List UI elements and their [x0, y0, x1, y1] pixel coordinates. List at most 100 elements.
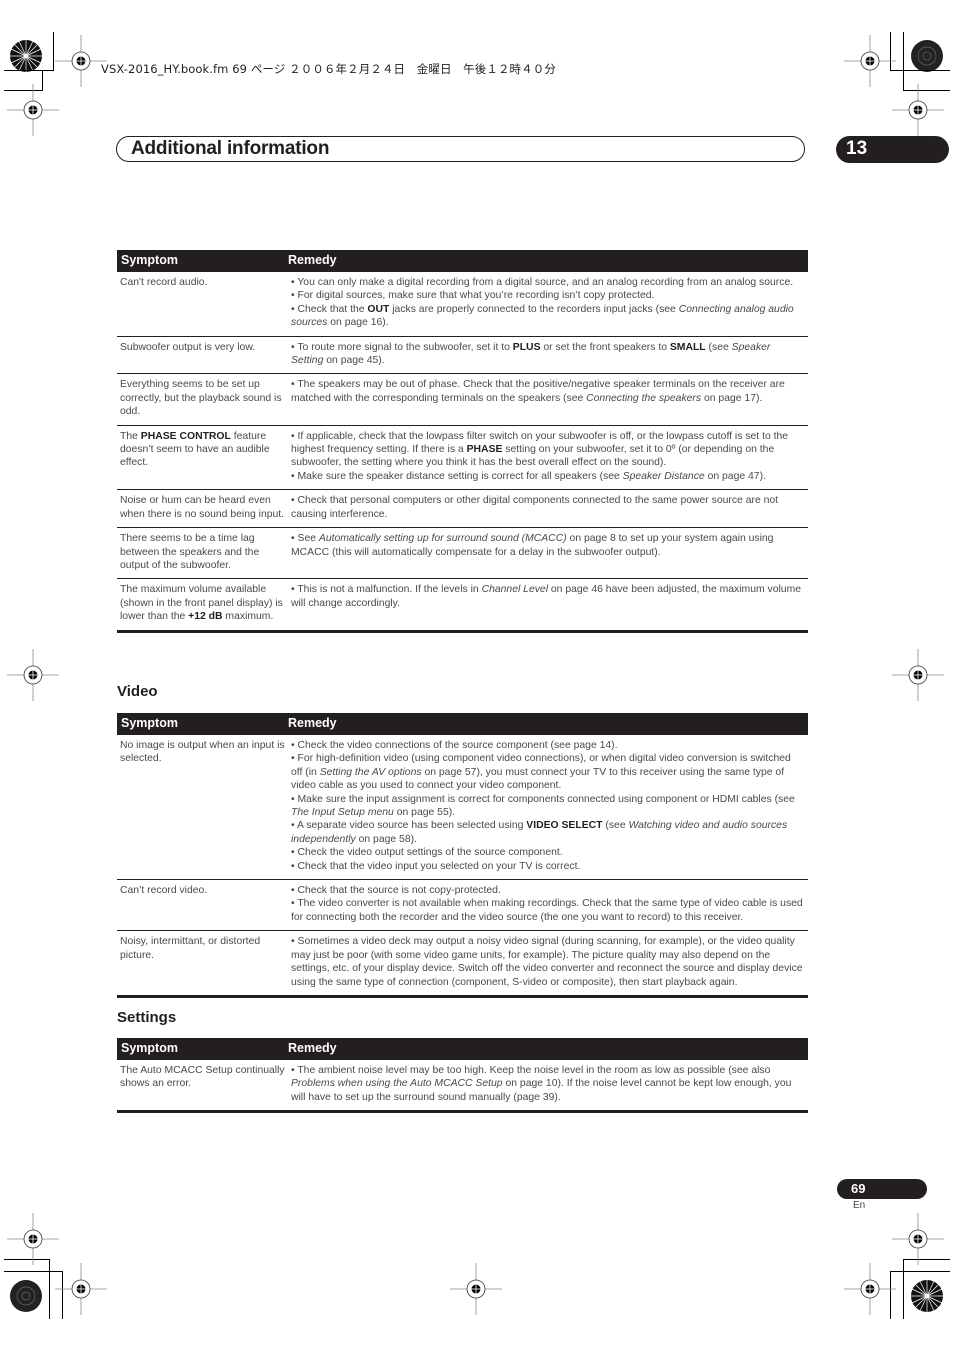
- crop-mark: [903, 32, 904, 91]
- registration-crosshair-icon: [892, 84, 944, 136]
- registration-crosshair-icon: [892, 1213, 944, 1265]
- chapter-title: Additional information: [131, 138, 330, 159]
- color-registration-disc-icon: [9, 39, 43, 73]
- text-run: or set the front speakers to: [540, 341, 670, 353]
- symptom-cell: Noisy, intermittant, or distorted pictur…: [117, 931, 287, 995]
- text-run: • Check that the video input you selecte…: [291, 860, 581, 872]
- text-run: • You can only make a digital recording …: [291, 277, 794, 288]
- file-info-line: VSX-2016_HY.book.fm 69 ページ ２００６年２月２４日 金曜…: [101, 62, 556, 76]
- chapter-number: 13: [846, 138, 868, 159]
- cross-reference: Automatically setting up for surround so…: [318, 533, 567, 545]
- symptom-cell: The PHASE CONTROL feature doesn’t seem t…: [117, 426, 287, 490]
- remedy-item: • The video converter is not available w…: [291, 897, 804, 924]
- table-row: Can’t record video. • Check that the sour…: [117, 880, 808, 932]
- remedy-item: • Check the video connections of the sou…: [291, 739, 804, 752]
- remedy-cell: • Check that personal computers or other…: [287, 490, 808, 527]
- registration-crosshair-icon: [7, 1213, 59, 1265]
- symptom-cell: The Auto MCACC Setup continually shows a…: [117, 1060, 287, 1110]
- remedy-item: • The speakers may be out of phase. Chec…: [291, 378, 804, 405]
- language-label: En: [853, 1200, 866, 1211]
- section-heading-video: Video: [117, 683, 158, 700]
- section-heading-settings: Settings: [117, 1009, 177, 1026]
- bold-term: SMALL: [669, 341, 706, 353]
- text-run: Can't record audio.: [120, 277, 208, 288]
- text-run: Noise or hum can be heard even when ther…: [120, 495, 285, 520]
- text-run: • The video converter is not available w…: [291, 898, 803, 923]
- symptom-cell: The maximum volume available (shown in t…: [117, 579, 287, 629]
- remedy-cell: • The speakers may be out of phase. Chec…: [287, 374, 808, 424]
- text-run: jacks are properly connected to the reco…: [389, 303, 679, 315]
- text-run: • Check that the: [291, 303, 368, 315]
- registration-crosshair-icon: [844, 35, 896, 87]
- remedy-item: • If applicable, check that the lowpass …: [291, 430, 804, 470]
- table-row: The maximum volume available (shown in t…: [117, 579, 808, 633]
- text-run: The Auto MCACC Setup continually shows a…: [120, 1065, 285, 1090]
- remedy-item: • Sometimes a video deck may output a no…: [291, 935, 804, 989]
- remedy-cell: • You can only make a digital recording …: [287, 272, 808, 336]
- crop-mark: [903, 1259, 904, 1319]
- header-symptom: Symptom: [121, 253, 178, 267]
- crop-mark: [890, 1271, 950, 1272]
- bold-term: OUT: [367, 303, 390, 315]
- text-run: (see: [602, 820, 629, 832]
- remedy-item: • For high-definition video (using compo…: [291, 752, 804, 792]
- table-row: There seems to be a time lag between the…: [117, 528, 808, 580]
- chapter-number-tab: 13: [836, 136, 949, 163]
- text-run: • To route more signal to the subwoofer,…: [291, 341, 513, 353]
- remedy-cell: • If applicable, check that the lowpass …: [287, 426, 808, 490]
- remedy-item: • You can only make a digital recording …: [291, 276, 804, 289]
- remedy-cell: • Check the video connections of the sou…: [287, 735, 808, 879]
- text-run: There seems to be a time lag between the…: [120, 533, 260, 571]
- registration-crosshair-icon: [55, 35, 107, 87]
- text-run: • Make sure the input assignment is corr…: [291, 793, 795, 805]
- remedy-item: • Check the video output settings of the…: [291, 846, 804, 859]
- text-run: • This is not a malfunction. If the leve…: [291, 584, 482, 596]
- table-row: Subwoofer output is very low. • To route …: [117, 337, 808, 375]
- table-row: Can't record audio. • You can only make a…: [117, 272, 808, 337]
- text-run: on page 58).: [355, 833, 417, 845]
- remedy-cell: • Sometimes a video deck may output a no…: [287, 931, 808, 995]
- text-run: on page 45).: [323, 355, 385, 367]
- table-header: Symptom Remedy: [117, 250, 808, 272]
- crop-mark: [4, 1271, 62, 1272]
- bold-term: PHASE: [466, 444, 503, 456]
- remedy-item: • To route more signal to the subwoofer,…: [291, 341, 804, 368]
- table-header: Symptom Remedy: [117, 713, 808, 735]
- text-run: Subwoofer output is very low.: [120, 341, 256, 353]
- remedy-item: • The ambient noise level may be too hig…: [291, 1064, 804, 1104]
- symptom-cell: Everything seems to be set up correctly,…: [117, 374, 287, 424]
- registration-crosshair-icon: [55, 1263, 107, 1315]
- remedy-item: • Check that the source is not copy-prot…: [291, 884, 804, 897]
- text-run: Noisy, intermittant, or distorted pictur…: [120, 936, 261, 961]
- table-body: The Auto MCACC Setup continually shows a…: [117, 1060, 808, 1114]
- text-run: Can’t record video.: [120, 885, 208, 897]
- table-row: The PHASE CONTROL feature doesn’t seem t…: [117, 426, 808, 491]
- text-run: maximum.: [222, 611, 274, 623]
- troubleshooting-table-settings: Symptom Remedy The Auto MCACC Setup cont…: [117, 1038, 808, 1114]
- remedy-item: • Make sure the speaker distance setting…: [291, 470, 804, 483]
- text-run: on page 17).: [701, 392, 763, 404]
- header-remedy: Remedy: [288, 1041, 337, 1055]
- registration-crosshair-icon: [7, 649, 59, 701]
- text-run: • Check that personal computers or other…: [291, 495, 779, 520]
- table-body: Can't record audio. • You can only make a…: [117, 272, 808, 633]
- cross-reference: Speaker Distance: [622, 470, 705, 482]
- header-symptom: Symptom: [121, 716, 178, 730]
- crop-mark: [53, 32, 54, 70]
- cross-reference: Problems when using the Auto MCACC Setup: [291, 1078, 503, 1090]
- troubleshooting-table-audio: Symptom Remedy Can't record audio. • You …: [117, 250, 808, 633]
- text-run: on page 16).: [327, 317, 389, 329]
- table-header: Symptom Remedy: [117, 1038, 808, 1060]
- bold-term: PLUS: [512, 341, 541, 353]
- color-registration-disc-icon: [9, 1279, 43, 1313]
- table-row: Noisy, intermittant, or distorted pictur…: [117, 931, 808, 998]
- text-run: Everything seems to be set up correctly,…: [120, 379, 282, 418]
- text-run: No image is output when an input is sele…: [120, 740, 285, 765]
- table-row: No image is output when an input is sele…: [117, 735, 808, 881]
- color-registration-disc-icon: [910, 39, 944, 73]
- table-body: No image is output when an input is sele…: [117, 735, 808, 998]
- registration-crosshair-icon: [892, 649, 944, 701]
- table-row: Noise or hum can be heard even when ther…: [117, 490, 808, 529]
- symptom-cell: Subwoofer output is very low.: [117, 337, 287, 374]
- symptom-cell: Noise or hum can be heard even when ther…: [117, 490, 287, 527]
